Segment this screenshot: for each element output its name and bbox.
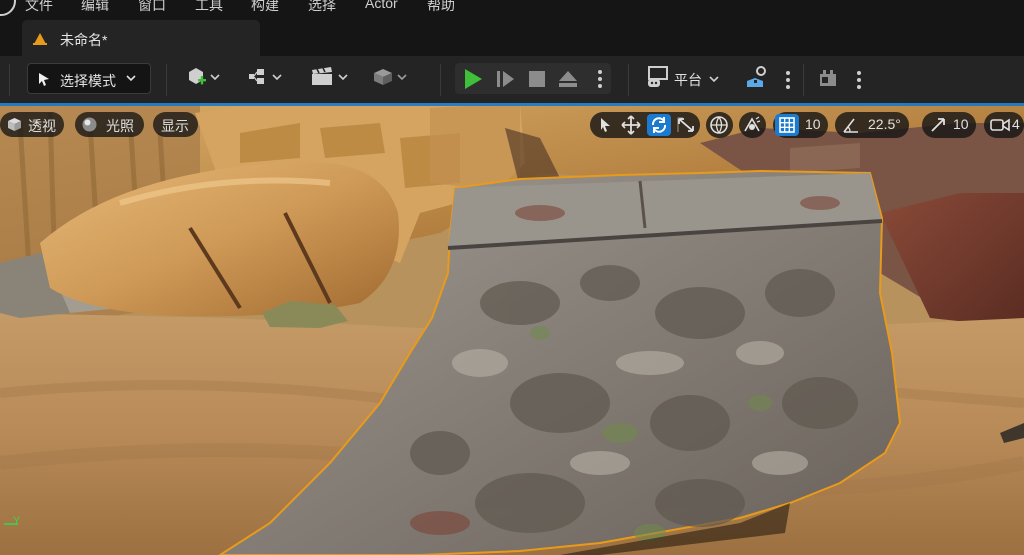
source-control-options-icon[interactable] xyxy=(856,70,862,90)
level-tab[interactable]: 未命名* xyxy=(22,20,260,56)
lighting-label: 光照 xyxy=(106,118,134,134)
stop-icon[interactable] xyxy=(525,67,549,91)
play-controls xyxy=(455,63,611,94)
cinematics-button[interactable] xyxy=(311,66,351,92)
scale-snap-icon[interactable] xyxy=(929,116,947,134)
blueprint-icon xyxy=(249,69,282,84)
content-icon xyxy=(374,69,407,85)
camera-speed-group: 4 xyxy=(984,112,1024,138)
angle-icon[interactable] xyxy=(841,116,861,134)
tab-strip: 未命名* xyxy=(0,18,1024,56)
rotation-snap-group: 22.5° xyxy=(835,112,909,138)
sphere-icon xyxy=(82,117,97,132)
content-button[interactable] xyxy=(372,66,412,92)
axis-gizmo: Y xyxy=(4,515,24,529)
step-icon[interactable] xyxy=(494,67,518,91)
grid-icon xyxy=(779,117,795,133)
scale-tool-icon[interactable] xyxy=(674,114,698,136)
camera-icon[interactable] xyxy=(990,117,1010,133)
engine-logo-icon[interactable] xyxy=(0,0,16,16)
toolbar-separator xyxy=(9,64,10,96)
chevron-down-icon xyxy=(126,75,136,82)
platform-icon xyxy=(648,66,668,87)
add-actor-button[interactable] xyxy=(185,66,225,92)
level-icon xyxy=(33,33,47,45)
scale-snap-group: 10 xyxy=(922,112,976,138)
menu-actor[interactable]: Actor xyxy=(365,0,398,11)
translate-tool-icon[interactable] xyxy=(619,114,643,136)
select-tool-icon[interactable] xyxy=(593,114,617,136)
scene-render xyxy=(0,103,1024,555)
mode-selector-button[interactable]: 选择模式 xyxy=(27,63,151,94)
menu-edit[interactable]: 编辑 xyxy=(81,0,109,15)
grid-snap-group: 10 xyxy=(773,112,828,138)
world-space-button[interactable] xyxy=(706,112,733,138)
lighting-button[interactable]: 光照 xyxy=(75,112,144,137)
menu-select[interactable]: 选择 xyxy=(308,0,336,15)
menu-tools[interactable]: 工具 xyxy=(195,0,223,15)
cube-icon xyxy=(8,118,21,131)
grid-snap-value[interactable]: 10 xyxy=(805,116,821,132)
platform-button[interactable]: 平台 xyxy=(646,65,726,91)
cinematics-icon xyxy=(312,67,348,85)
play-options-icon[interactable] xyxy=(597,69,603,89)
toolbar-separator xyxy=(628,64,629,96)
settings-button[interactable] xyxy=(745,65,771,91)
axis-label: Y xyxy=(13,515,21,527)
globe-icon xyxy=(710,116,728,134)
rotate-tool-button[interactable] xyxy=(647,114,671,136)
level-viewport[interactable]: 透视 光照 显示 10 22.5° 10 4 Y xyxy=(0,103,1024,555)
menu-window[interactable]: 窗口 xyxy=(138,0,166,15)
transform-mode-group xyxy=(590,112,700,138)
settings-options-icon[interactable] xyxy=(785,70,791,90)
play-icon[interactable] xyxy=(461,67,485,91)
add-actor-icon xyxy=(189,68,220,85)
menu-file[interactable]: 文件 xyxy=(25,0,53,15)
show-button[interactable]: 显示 xyxy=(153,112,198,137)
chevron-down-icon xyxy=(709,76,719,83)
surface-snap-button[interactable] xyxy=(739,112,766,138)
show-label: 显示 xyxy=(161,118,189,134)
toolbar-separator xyxy=(803,64,804,96)
perspective-button[interactable]: 透视 xyxy=(0,112,64,137)
platform-label: 平台 xyxy=(674,72,702,88)
perspective-label: 透视 xyxy=(28,118,56,134)
grid-snap-button[interactable] xyxy=(775,114,799,136)
menu-build[interactable]: 构建 xyxy=(251,0,279,15)
toolbar-separator xyxy=(440,64,441,96)
toolbar-separator xyxy=(166,64,167,96)
camera-speed-value[interactable]: 4 xyxy=(1012,116,1020,132)
main-toolbar: 选择模式 平台 xyxy=(0,56,1024,103)
source-control-icon xyxy=(820,70,836,86)
rotate-tool-icon xyxy=(651,117,667,133)
rotation-snap-value[interactable]: 22.5° xyxy=(868,116,901,132)
scale-snap-value[interactable]: 10 xyxy=(953,116,969,132)
mode-select-icon xyxy=(39,73,49,86)
eject-icon[interactable] xyxy=(556,67,580,91)
tab-title: 未命名* xyxy=(60,32,108,48)
menu-help[interactable]: 帮助 xyxy=(427,0,455,15)
settings-icon xyxy=(747,66,766,87)
surface-snap-icon xyxy=(744,116,761,132)
menu-bar: 文件 编辑 窗口 工具 构建 选择 Actor 帮助 xyxy=(0,0,1024,18)
blueprint-button[interactable] xyxy=(247,66,287,92)
mode-label: 选择模式 xyxy=(60,73,116,89)
source-control-button[interactable] xyxy=(817,68,839,90)
